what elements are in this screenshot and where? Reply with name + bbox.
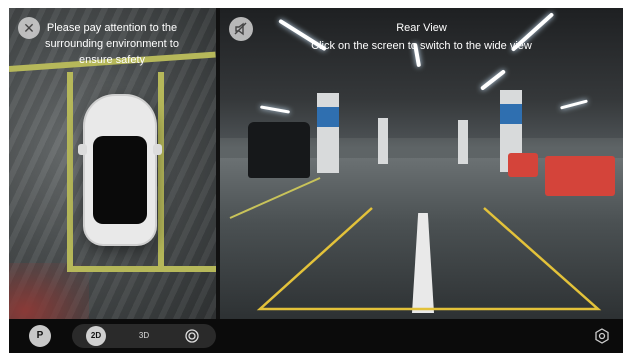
2d-view-icon: 2D [90,331,102,340]
birds-eye-view[interactable]: ✕ Please pay attention to the surroundin… [9,8,216,319]
view-mode-switcher: 2D 3D [72,324,216,348]
parking-lane-bottom [67,266,216,272]
settings-button[interactable] [593,327,611,345]
camera-lens-icon [185,329,199,343]
mode-2d-button[interactable]: 2D [86,326,106,346]
3d-view-icon: 3D [138,331,150,340]
switch-view-hint: Click on the screen to switch to the wid… [311,40,532,52]
vehicle-roof-glass [93,136,147,224]
mode-lens-button[interactable] [182,326,202,346]
auto-parking-button[interactable]: P [29,325,51,347]
parking-guide-lines [229,177,602,311]
view-title: Rear View [396,22,447,34]
vehicle-top-view [78,96,162,244]
right-mirror [153,144,162,155]
surround-view-screen: ✕ Please pay attention to the surroundin… [9,8,623,353]
safety-notice: Please pay attention to the surrounding … [45,22,179,66]
close-button[interactable]: ✕ [18,17,40,39]
camera-toolbar: P 2D 3D [9,319,623,353]
auto-parking-icon: P [36,330,44,341]
parking-guide-line [256,207,602,311]
left-mirror [78,144,87,155]
close-icon: ✕ [23,20,35,36]
parking-lane-left [67,72,73,272]
settings-icon [595,328,609,344]
rear-camera-view[interactable]: Rear View Click on the screen to switch … [220,8,623,319]
lane-edge-line [229,177,321,219]
mode-3d-button[interactable]: 3D [134,326,154,346]
parking-lane-right [158,72,164,272]
